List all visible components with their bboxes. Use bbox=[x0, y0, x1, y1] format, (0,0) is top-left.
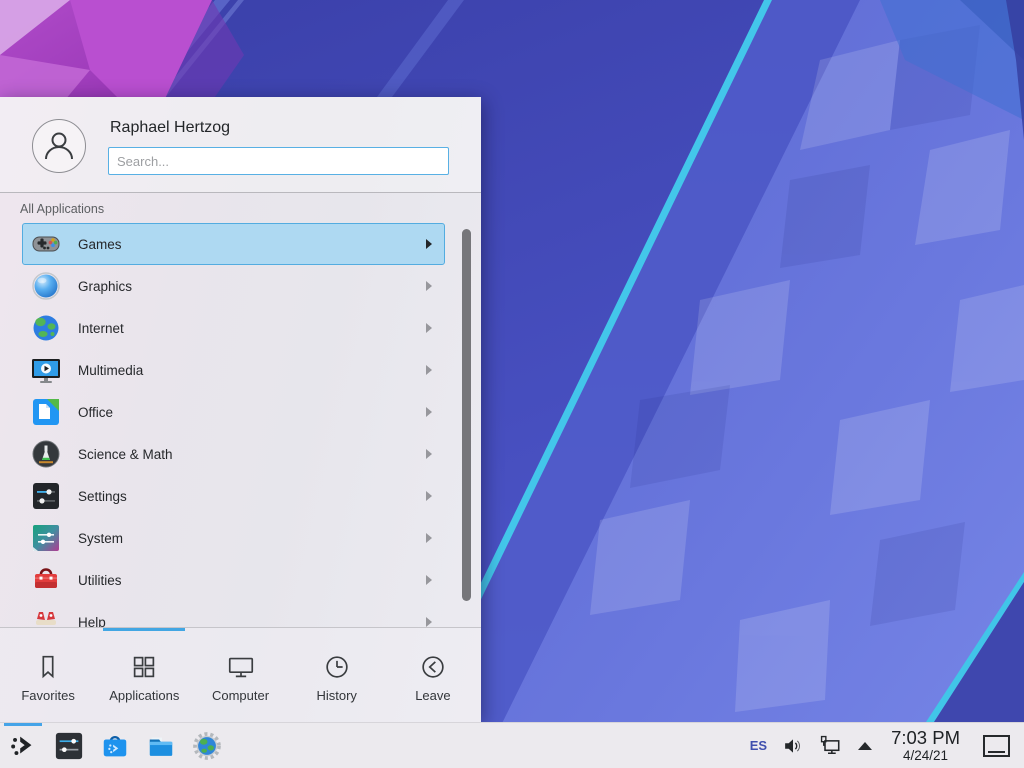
category-label: Graphics bbox=[78, 279, 132, 294]
discover-software-center-button[interactable] bbox=[92, 723, 138, 768]
category-label: Utilities bbox=[78, 573, 122, 588]
flask-icon bbox=[30, 438, 62, 470]
search-input[interactable] bbox=[108, 147, 449, 175]
network-icon[interactable] bbox=[819, 734, 843, 758]
category-system[interactable]: System bbox=[22, 517, 445, 559]
active-tab-indicator bbox=[103, 628, 185, 631]
system-settings-icon bbox=[54, 731, 84, 761]
discover-bag-icon bbox=[100, 731, 130, 761]
globe-gear-icon bbox=[192, 731, 222, 761]
category-label: Internet bbox=[78, 321, 124, 336]
bookmark-icon bbox=[33, 652, 63, 682]
desktop: Raphael Hertzog All Applications Games bbox=[0, 0, 1024, 768]
documents-icon bbox=[30, 396, 62, 428]
category-label: Settings bbox=[78, 489, 127, 504]
category-help[interactable]: Help bbox=[22, 601, 445, 627]
tab-applications[interactable]: Applications bbox=[96, 628, 192, 722]
category-label: Games bbox=[78, 237, 122, 252]
system-tray: ES 7:03 PM 4/24/21 bbox=[750, 723, 1016, 768]
monitor-play-icon bbox=[30, 354, 62, 386]
taskbar-launchers bbox=[0, 723, 230, 768]
clock-time: 7:03 PM bbox=[891, 728, 960, 749]
submenu-arrow-icon bbox=[426, 365, 432, 375]
category-label: Office bbox=[78, 405, 113, 420]
category-science-math[interactable]: Science & Math bbox=[22, 433, 445, 475]
list-scrollbar[interactable] bbox=[462, 229, 471, 601]
system-settings-button[interactable] bbox=[46, 723, 92, 768]
tab-label: Leave bbox=[415, 688, 450, 703]
tab-label: History bbox=[316, 688, 356, 703]
category-games[interactable]: Games bbox=[22, 223, 445, 265]
clock-icon bbox=[322, 652, 352, 682]
tab-leave[interactable]: Leave bbox=[385, 628, 481, 722]
tab-label: Computer bbox=[212, 688, 269, 703]
system-sliders-icon bbox=[30, 522, 62, 554]
file-manager-button[interactable] bbox=[138, 723, 184, 768]
category-multimedia[interactable]: Multimedia bbox=[22, 349, 445, 391]
user-name: Raphael Hertzog bbox=[110, 119, 461, 137]
category-settings[interactable]: Settings bbox=[22, 475, 445, 517]
category-label: System bbox=[78, 531, 123, 546]
gamepad-icon bbox=[30, 228, 62, 260]
category-label: Science & Math bbox=[78, 447, 173, 462]
show-desktop-button[interactable] bbox=[983, 735, 1010, 757]
submenu-arrow-icon bbox=[426, 239, 432, 249]
application-launcher-menu: Raphael Hertzog All Applications Games bbox=[0, 97, 481, 722]
computer-icon bbox=[226, 652, 256, 682]
submenu-arrow-icon bbox=[426, 407, 432, 417]
volume-icon[interactable] bbox=[782, 735, 804, 757]
submenu-arrow-icon bbox=[426, 617, 432, 627]
expand-tray-icon[interactable] bbox=[858, 742, 872, 750]
section-label: All Applications bbox=[0, 193, 481, 223]
submenu-arrow-icon bbox=[426, 533, 432, 543]
toolbox-icon bbox=[30, 564, 62, 596]
category-internet[interactable]: Internet bbox=[22, 307, 445, 349]
sliders-icon bbox=[30, 480, 62, 512]
submenu-arrow-icon bbox=[426, 323, 432, 333]
submenu-arrow-icon bbox=[426, 281, 432, 291]
globe-icon bbox=[30, 312, 62, 344]
submenu-arrow-icon bbox=[426, 449, 432, 459]
leave-icon bbox=[418, 652, 448, 682]
application-category-list: Games Graphics bbox=[0, 223, 481, 627]
launcher-tab-bar: Favorites Applications Computer bbox=[0, 627, 481, 722]
tab-history[interactable]: History bbox=[289, 628, 385, 722]
category-office[interactable]: Office bbox=[22, 391, 445, 433]
launcher-header: Raphael Hertzog bbox=[0, 97, 481, 193]
clock-date: 4/24/21 bbox=[891, 748, 960, 763]
blue-sphere-icon bbox=[30, 270, 62, 302]
web-browser-button[interactable] bbox=[184, 723, 230, 768]
tab-label: Applications bbox=[109, 688, 179, 703]
tab-favorites[interactable]: Favorites bbox=[0, 628, 96, 722]
category-graphics[interactable]: Graphics bbox=[22, 265, 445, 307]
submenu-arrow-icon bbox=[426, 575, 432, 585]
submenu-arrow-icon bbox=[426, 491, 432, 501]
application-launcher-button[interactable] bbox=[0, 723, 46, 768]
lifebuoy-icon bbox=[30, 606, 62, 627]
grid-icon bbox=[129, 652, 159, 682]
tab-computer[interactable]: Computer bbox=[192, 628, 288, 722]
taskbar-panel: ES 7:03 PM 4/24/21 bbox=[0, 722, 1024, 768]
kde-kickoff-icon bbox=[8, 731, 38, 761]
tab-label: Favorites bbox=[21, 688, 74, 703]
category-label: Help bbox=[78, 615, 106, 628]
keyboard-layout-indicator[interactable]: ES bbox=[750, 738, 767, 753]
folder-icon bbox=[146, 731, 176, 761]
user-avatar-icon[interactable] bbox=[32, 119, 86, 173]
category-utilities[interactable]: Utilities bbox=[22, 559, 445, 601]
clock-widget[interactable]: 7:03 PM 4/24/21 bbox=[887, 728, 964, 764]
category-label: Multimedia bbox=[78, 363, 143, 378]
